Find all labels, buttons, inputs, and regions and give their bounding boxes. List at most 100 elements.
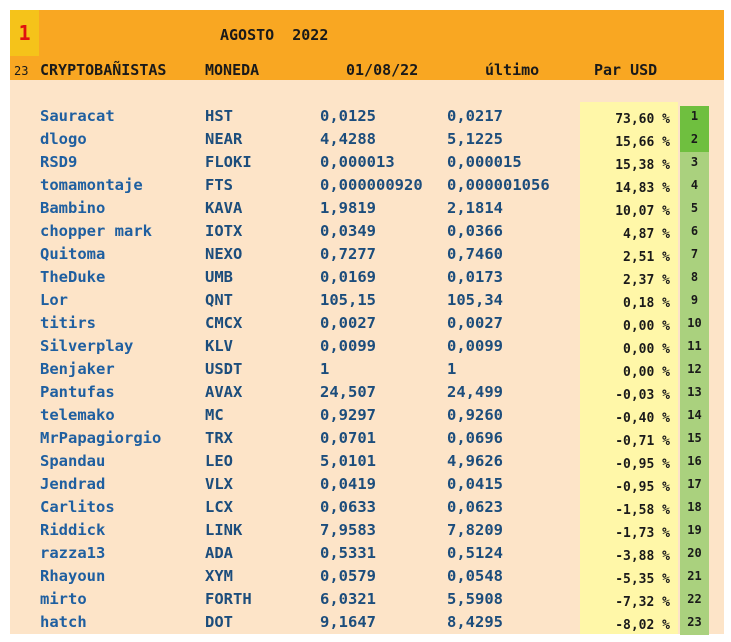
player-name: dlogo xyxy=(40,130,87,148)
table-row[interactable]: Pantufas AVAX 24,507 24,499 -0,03 % 13 xyxy=(10,382,724,405)
player-name: Spandau xyxy=(40,452,106,470)
table-row[interactable]: MrPapagiorgio TRX 0,0701 0,0696 -0,71 % 15 xyxy=(10,428,724,451)
participant-count: 23 xyxy=(14,64,29,78)
table-row[interactable]: Spandau LEO 5,0101 4,9626 -0,95 % 16 xyxy=(10,451,724,474)
header-bar: 1 AGOSTO 2022 23 CRYPTOBAÑISTAS MONEDA 0… xyxy=(10,10,724,80)
rank-cell: 5 xyxy=(680,198,709,221)
last-price: 105,34 xyxy=(447,291,503,309)
column-header-last-price: último xyxy=(485,61,540,79)
last-price: 0,0415 xyxy=(447,475,503,493)
player-name: chopper mark xyxy=(40,222,152,240)
rank-cell: 20 xyxy=(680,543,709,566)
rank-cell: 13 xyxy=(680,382,709,405)
rank-cell: 3 xyxy=(680,152,709,175)
table-row[interactable]: Sauracat HST 0,0125 0,0217 73,60 % 1 xyxy=(10,106,724,129)
player-name: tomamontaje xyxy=(40,176,143,194)
last-price: 24,499 xyxy=(447,383,503,401)
table-row[interactable]: Silverplay KLV 0,0099 0,0099 0,00 % 11 xyxy=(10,336,724,359)
start-price: 24,507 xyxy=(320,383,376,401)
month-label: AGOSTO xyxy=(220,26,275,44)
rank-cell: 21 xyxy=(680,566,709,589)
start-price: 0,0633 xyxy=(320,498,376,516)
start-price: 105,15 xyxy=(320,291,376,309)
rank-cell: 10 xyxy=(680,313,709,336)
column-header-pair: Par USD xyxy=(594,61,658,79)
table-row[interactable]: mirto FORTH 6,0321 5,5908 -7,32 % 22 xyxy=(10,589,724,612)
coin-symbol: VLX xyxy=(205,475,233,493)
player-name: Quitoma xyxy=(40,245,106,263)
table-row[interactable]: dlogo NEAR 4,4288 5,1225 15,66 % 2 xyxy=(10,129,724,152)
table-row[interactable]: Carlitos LCX 0,0633 0,0623 -1,58 % 18 xyxy=(10,497,724,520)
table-row[interactable]: Bambino KAVA 1,9819 2,1814 10,07 % 5 xyxy=(10,198,724,221)
last-price: 0,0696 xyxy=(447,429,503,447)
table-row[interactable]: RSD9 FLOKI 0,000013 0,000015 15,38 % 3 xyxy=(10,152,724,175)
last-price: 0,0623 xyxy=(447,498,503,516)
coin-symbol: HST xyxy=(205,107,233,125)
player-name: TheDuke xyxy=(40,268,106,286)
start-price: 0,9297 xyxy=(320,406,376,424)
last-price: 0,9260 xyxy=(447,406,503,424)
last-price: 1 xyxy=(447,360,457,378)
rank-cell: 4 xyxy=(680,175,709,198)
player-name: mirto xyxy=(40,590,87,608)
rank-cell: 7 xyxy=(680,244,709,267)
player-name: Benjaker xyxy=(40,360,115,378)
rank-cell: 18 xyxy=(680,497,709,520)
coin-symbol: UMB xyxy=(205,268,233,286)
start-price: 0,0701 xyxy=(320,429,376,447)
start-price: 0,0579 xyxy=(320,567,376,585)
last-price: 0,0217 xyxy=(447,107,503,125)
table-row[interactable]: Rhayoun XYM 0,0579 0,0548 -5,35 % 21 xyxy=(10,566,724,589)
percent-change: -1,58 % xyxy=(615,503,670,518)
table-row[interactable]: Benjaker USDT 1 1 0,00 % 12 xyxy=(10,359,724,382)
year-label: 2022 xyxy=(292,26,329,44)
last-price: 0,0173 xyxy=(447,268,503,286)
table-row[interactable]: razza13 ADA 0,5331 0,5124 -3,88 % 20 xyxy=(10,543,724,566)
table-row[interactable]: Jendrad VLX 0,0419 0,0415 -0,95 % 17 xyxy=(10,474,724,497)
start-price: 6,0321 xyxy=(320,590,376,608)
table-row[interactable]: TheDuke UMB 0,0169 0,0173 2,37 % 8 xyxy=(10,267,724,290)
table-row[interactable]: Lor QNT 105,15 105,34 0,18 % 9 xyxy=(10,290,724,313)
column-header-start-price: 01/08/22 xyxy=(346,61,419,79)
last-price: 2,1814 xyxy=(447,199,503,217)
percent-change: -8,02 % xyxy=(615,618,670,633)
player-name: Riddick xyxy=(40,521,106,539)
table-row[interactable]: Quitoma NEXO 0,7277 0,7460 2,51 % 7 xyxy=(10,244,724,267)
table-row[interactable]: tomamontaje FTS 0,000000920 0,000001056 14,8… xyxy=(10,175,724,198)
rank-cell: 23 xyxy=(680,612,709,635)
table-row[interactable]: hatch DOT 9,1647 8,4295 -8,02 % 23 xyxy=(10,612,724,635)
player-name: hatch xyxy=(40,613,87,631)
player-name: RSD9 xyxy=(40,153,78,171)
player-name: Jendrad xyxy=(40,475,106,493)
coin-symbol: AVAX xyxy=(205,383,243,401)
last-price: 4,9626 xyxy=(447,452,503,470)
coin-symbol: KAVA xyxy=(205,199,243,217)
start-price: 4,4288 xyxy=(320,130,376,148)
start-price: 0,0169 xyxy=(320,268,376,286)
coin-symbol: QNT xyxy=(205,291,233,309)
percent-change: 73,60 % xyxy=(615,112,670,127)
percent-change: 2,51 % xyxy=(623,250,670,265)
player-name: Carlitos xyxy=(40,498,115,516)
coin-symbol: NEAR xyxy=(205,130,243,148)
table-row[interactable]: chopper mark IOTX 0,0349 0,0366 4,87 % 6 xyxy=(10,221,724,244)
percent-change: 15,66 % xyxy=(615,135,670,150)
start-price: 5,0101 xyxy=(320,452,376,470)
last-price: 0,000015 xyxy=(447,153,522,171)
last-price: 0,7460 xyxy=(447,245,503,263)
percent-change: -7,32 % xyxy=(615,595,670,610)
percent-change: -0,03 % xyxy=(615,388,670,403)
table-row[interactable]: telemako MC 0,9297 0,9260 -0,40 % 14 xyxy=(10,405,724,428)
player-name: Lor xyxy=(40,291,68,309)
ranking-sheet: 1 AGOSTO 2022 23 CRYPTOBAÑISTAS MONEDA 0… xyxy=(10,10,724,635)
last-price: 5,5908 xyxy=(447,590,503,608)
start-price: 1,9819 xyxy=(320,199,376,217)
coin-symbol: MC xyxy=(205,406,224,424)
last-price: 0,0548 xyxy=(447,567,503,585)
coin-symbol: LEO xyxy=(205,452,233,470)
table-row[interactable]: titirs CMCX 0,0027 0,0027 0,00 % 10 xyxy=(10,313,724,336)
coin-symbol: FLOKI xyxy=(205,153,252,171)
table-row[interactable]: Riddick LINK 7,9583 7,8209 -1,73 % 19 xyxy=(10,520,724,543)
player-name: Pantufas xyxy=(40,383,115,401)
player-name: Silverplay xyxy=(40,337,134,355)
